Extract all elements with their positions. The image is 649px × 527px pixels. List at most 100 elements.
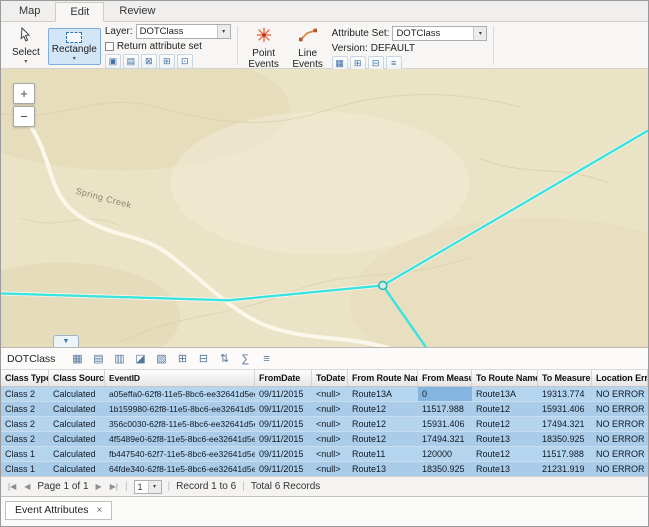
table-cell[interactable]: Calculated: [49, 387, 105, 401]
return-attribute-set-checkbox[interactable]: Return attribute set: [105, 41, 231, 52]
table-cell[interactable]: 19313.774: [538, 387, 592, 401]
table-cell[interactable]: Class 1: [1, 447, 49, 461]
table-row[interactable]: Class 2Calculated4f5489e0-62f8-11e5-8bc6…: [1, 432, 648, 447]
column-header[interactable]: From Measure: [418, 370, 472, 386]
table-cell[interactable]: 17494.321: [538, 417, 592, 431]
line-events-button[interactable]: Line Events: [288, 24, 328, 73]
table-cell[interactable]: Route13: [348, 462, 418, 476]
last-page-icon[interactable]: ▶|: [109, 482, 119, 491]
table-cell[interactable]: Route12: [348, 432, 418, 446]
table-options-icon[interactable]: ▦: [68, 350, 86, 368]
table-cell[interactable]: 09/11/2015: [255, 402, 312, 416]
table-cell[interactable]: Class 2: [1, 432, 49, 446]
table-cell[interactable]: a05effa0-62f8-11e5-8bc6-ee32641d5ec9: [105, 387, 255, 401]
table-cell[interactable]: Route12: [472, 417, 538, 431]
table-cell[interactable]: Route13: [472, 432, 538, 446]
rectangle-select-button[interactable]: Rectangle ▾: [48, 28, 101, 65]
panel-collapse-button[interactable]: ▼: [53, 335, 79, 347]
table-row[interactable]: Class 2Calculated356c0030-62f8-11e5-8bc6…: [1, 417, 648, 432]
switch-selection-icon[interactable]: ⊞: [159, 54, 175, 69]
table-cell[interactable]: Route11: [348, 447, 418, 461]
tab-map[interactable]: Map: [4, 1, 55, 21]
table-cell[interactable]: <null>: [312, 387, 348, 401]
column-header[interactable]: FromDate: [255, 370, 312, 386]
page-number-select[interactable]: 1 ▾: [134, 480, 162, 494]
next-page-icon[interactable]: ▶: [95, 482, 103, 491]
table-cell[interactable]: 18350.925: [538, 432, 592, 446]
tab-edit[interactable]: Edit: [55, 2, 104, 22]
table-row[interactable]: Class 2Calculated1b159980-62f8-11e5-8bc6…: [1, 402, 648, 417]
layer-select[interactable]: DOTClass ▾: [136, 24, 231, 39]
close-icon[interactable]: ×: [97, 505, 103, 516]
table-cell[interactable]: 11517.988: [538, 447, 592, 461]
table-cell[interactable]: 4f5489e0-62f8-11e5-8bc6-ee32641d5ec9: [105, 432, 255, 446]
table-cell[interactable]: Class 2: [1, 417, 49, 431]
table-cell[interactable]: 1b159980-62f8-11e5-8bc6-ee32641d5ec9: [105, 402, 255, 416]
table-cell[interactable]: NO ERROR: [592, 432, 648, 446]
table-cell[interactable]: <null>: [312, 447, 348, 461]
table-cell[interactable]: NO ERROR: [592, 447, 648, 461]
table-cell[interactable]: 356c0030-62f8-11e5-8bc6-ee32641d5ec9: [105, 417, 255, 431]
table-cell[interactable]: Route12: [472, 447, 538, 461]
table-cell[interactable]: Calculated: [49, 402, 105, 416]
statistics-icon[interactable]: ∑: [236, 350, 254, 368]
table-cell[interactable]: Route12: [472, 402, 538, 416]
point-events-button[interactable]: Point Events: [244, 24, 284, 73]
table-cell[interactable]: NO ERROR: [592, 417, 648, 431]
table-cell[interactable]: <null>: [312, 432, 348, 446]
table-cell[interactable]: 15931.406: [538, 402, 592, 416]
show-all-records-icon[interactable]: ▤: [89, 350, 107, 368]
clear-selection-icon[interactable]: ⊠: [141, 54, 157, 69]
table-row[interactable]: Class 2Calculateda05effa0-62f8-11e5-8bc6…: [1, 387, 648, 402]
table-row[interactable]: Class 1Calculated64fde340-62f8-11e5-8bc6…: [1, 462, 648, 476]
column-header[interactable]: EventID: [105, 370, 255, 386]
table-cell[interactable]: Route13A: [472, 387, 538, 401]
table-cell[interactable]: Calculated: [49, 462, 105, 476]
table-cell[interactable]: NO ERROR: [592, 462, 648, 476]
select-tool-button[interactable]: Select ▾: [8, 25, 44, 68]
table-cell[interactable]: 21231.919: [538, 462, 592, 476]
route-junction-marker[interactable]: [379, 281, 387, 289]
column-header[interactable]: Class Source: [49, 370, 105, 386]
show-selected-records-icon[interactable]: ▥: [110, 350, 128, 368]
table-cell[interactable]: 09/11/2015: [255, 432, 312, 446]
add-record-icon[interactable]: ⊞: [173, 350, 191, 368]
first-page-icon[interactable]: |◀: [7, 482, 17, 491]
map-view[interactable]: Spring Creek + − ▼: [1, 69, 648, 347]
table-cell[interactable]: Route13A: [348, 387, 418, 401]
table-cell[interactable]: 09/11/2015: [255, 462, 312, 476]
table-cell[interactable]: 09/11/2015: [255, 387, 312, 401]
table-cell[interactable]: Route12: [348, 402, 418, 416]
save-record-icon[interactable]: ▧: [152, 350, 170, 368]
column-header[interactable]: To Route Name: [472, 370, 538, 386]
zoom-in-button[interactable]: +: [13, 83, 35, 104]
table-cell[interactable]: 18350.925: [418, 462, 472, 476]
previous-page-icon[interactable]: ◀: [23, 482, 31, 491]
column-header[interactable]: From Route Name: [348, 370, 418, 386]
table-cell[interactable]: 17494.321: [418, 432, 472, 446]
table-cell[interactable]: Class 1: [1, 462, 49, 476]
table-cell[interactable]: 15931.406: [418, 417, 472, 431]
table-cell[interactable]: <null>: [312, 462, 348, 476]
table-cell[interactable]: 120000: [418, 447, 472, 461]
table-cell[interactable]: 11517.988: [418, 402, 472, 416]
table-cell[interactable]: NO ERROR: [592, 387, 648, 401]
zoom-to-record-icon[interactable]: ◪: [131, 350, 149, 368]
table-cell[interactable]: Route12: [348, 417, 418, 431]
table-cell[interactable]: 09/11/2015: [255, 417, 312, 431]
zoom-to-selection-icon[interactable]: ⊡: [177, 54, 193, 69]
table-cell[interactable]: 09/11/2015: [255, 447, 312, 461]
table-cell[interactable]: 0: [418, 387, 472, 401]
column-header[interactable]: Location Error: [592, 370, 648, 386]
table-cell[interactable]: Calculated: [49, 432, 105, 446]
table-cell[interactable]: NO ERROR: [592, 402, 648, 416]
delete-record-icon[interactable]: ⊟: [194, 350, 212, 368]
zoom-out-button[interactable]: −: [13, 106, 35, 127]
table-cell[interactable]: Class 2: [1, 387, 49, 401]
sort-records-icon[interactable]: ⇅: [215, 350, 233, 368]
tab-event-attributes[interactable]: Event Attributes ×: [5, 501, 112, 520]
table-cell[interactable]: Class 2: [1, 402, 49, 416]
table-cell[interactable]: fb447540-62f7-11e5-8bc6-ee32641d5ec9: [105, 447, 255, 461]
select-by-polygon-icon[interactable]: ▤: [123, 54, 139, 69]
column-header[interactable]: Class Type: [1, 370, 49, 386]
